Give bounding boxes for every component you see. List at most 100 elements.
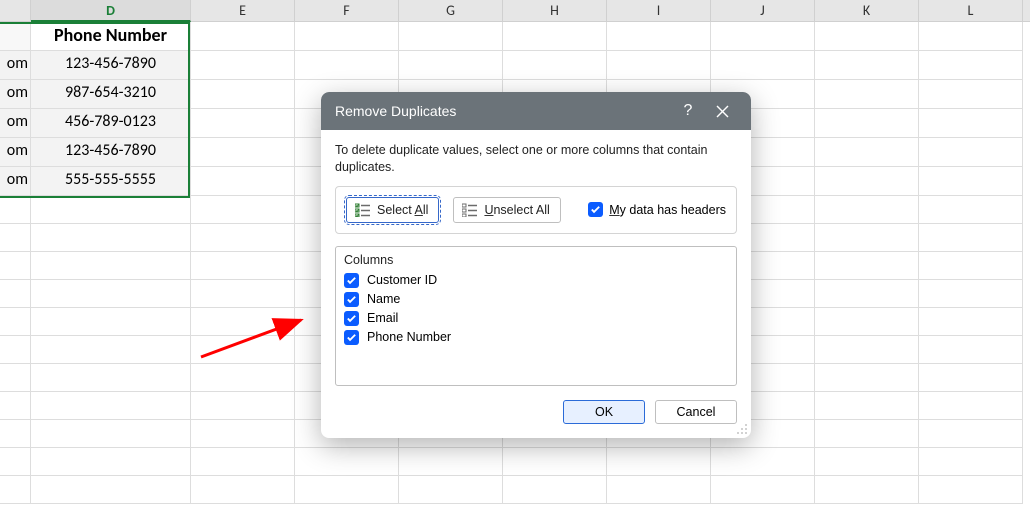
cell[interactable] bbox=[191, 364, 295, 392]
cell[interactable] bbox=[815, 392, 919, 420]
cell[interactable] bbox=[815, 252, 919, 280]
column-header-E[interactable]: E bbox=[191, 0, 295, 22]
cell[interactable]: 456-789-0123 bbox=[31, 109, 191, 138]
cell[interactable] bbox=[31, 280, 191, 308]
cell[interactable] bbox=[815, 364, 919, 392]
column-header-J[interactable]: J bbox=[711, 0, 815, 22]
cell[interactable] bbox=[191, 252, 295, 280]
cell[interactable] bbox=[0, 22, 31, 51]
column-item-email[interactable]: Email bbox=[344, 309, 728, 328]
cell[interactable] bbox=[191, 109, 295, 138]
cell[interactable] bbox=[191, 51, 295, 80]
cell[interactable] bbox=[31, 336, 191, 364]
cell[interactable] bbox=[31, 476, 191, 504]
select-all-button[interactable]: Select All bbox=[346, 197, 439, 223]
cell[interactable] bbox=[919, 476, 1023, 504]
cell[interactable] bbox=[191, 336, 295, 364]
cell[interactable] bbox=[815, 22, 919, 51]
cell[interactable] bbox=[815, 109, 919, 138]
cell[interactable] bbox=[191, 167, 295, 196]
cell[interactable] bbox=[191, 448, 295, 476]
unselect-all-button[interactable]: Unselect All bbox=[453, 197, 560, 223]
cell[interactable] bbox=[191, 308, 295, 336]
column-item-name[interactable]: Name bbox=[344, 290, 728, 309]
cell[interactable] bbox=[919, 138, 1023, 167]
column-header-G[interactable]: G bbox=[399, 0, 503, 22]
cell[interactable] bbox=[191, 138, 295, 167]
cell[interactable] bbox=[31, 196, 191, 224]
cell[interactable] bbox=[919, 80, 1023, 109]
cell[interactable]: 987-654-3210 bbox=[31, 80, 191, 109]
cell[interactable] bbox=[815, 167, 919, 196]
cell[interactable] bbox=[191, 392, 295, 420]
cell[interactable] bbox=[711, 448, 815, 476]
cell[interactable] bbox=[815, 308, 919, 336]
column-header-H[interactable]: H bbox=[503, 0, 607, 22]
close-button[interactable] bbox=[705, 94, 739, 128]
cell[interactable] bbox=[711, 22, 815, 51]
cell[interactable] bbox=[191, 196, 295, 224]
cell[interactable] bbox=[815, 196, 919, 224]
cell[interactable] bbox=[919, 392, 1023, 420]
cancel-button[interactable]: Cancel bbox=[655, 400, 737, 424]
cell[interactable] bbox=[0, 308, 31, 336]
cell[interactable] bbox=[0, 196, 31, 224]
cell[interactable]: om bbox=[0, 51, 31, 80]
cell[interactable] bbox=[0, 476, 31, 504]
cell[interactable] bbox=[815, 448, 919, 476]
cell[interactable] bbox=[919, 280, 1023, 308]
column-header-L[interactable]: L bbox=[919, 0, 1023, 22]
cell[interactable] bbox=[919, 420, 1023, 448]
cell[interactable] bbox=[295, 476, 399, 504]
cell[interactable]: 555-555-5555 bbox=[31, 167, 191, 196]
cell[interactable] bbox=[191, 224, 295, 252]
cell[interactable] bbox=[0, 280, 31, 308]
header-cell-phone-number[interactable]: Phone Number bbox=[31, 22, 191, 51]
cell[interactable] bbox=[711, 476, 815, 504]
cell[interactable] bbox=[503, 22, 607, 51]
cell[interactable] bbox=[0, 448, 31, 476]
cell[interactable] bbox=[399, 448, 503, 476]
cell[interactable] bbox=[919, 252, 1023, 280]
cell[interactable] bbox=[919, 22, 1023, 51]
cell[interactable] bbox=[399, 476, 503, 504]
cell[interactable] bbox=[191, 420, 295, 448]
cell[interactable] bbox=[919, 109, 1023, 138]
cell[interactable] bbox=[0, 252, 31, 280]
cell[interactable] bbox=[0, 364, 31, 392]
cell[interactable]: om bbox=[0, 167, 31, 196]
cell[interactable] bbox=[31, 252, 191, 280]
cell[interactable] bbox=[919, 336, 1023, 364]
cell[interactable] bbox=[0, 224, 31, 252]
cell[interactable] bbox=[711, 51, 815, 80]
cell[interactable] bbox=[191, 80, 295, 109]
cell[interactable] bbox=[295, 22, 399, 51]
cell[interactable] bbox=[0, 420, 31, 448]
cell[interactable] bbox=[919, 224, 1023, 252]
cell[interactable] bbox=[295, 448, 399, 476]
cell[interactable] bbox=[0, 336, 31, 364]
cell[interactable] bbox=[919, 364, 1023, 392]
cell[interactable] bbox=[919, 196, 1023, 224]
cell[interactable]: 123-456-7890 bbox=[31, 138, 191, 167]
cell[interactable] bbox=[191, 476, 295, 504]
cell[interactable] bbox=[607, 448, 711, 476]
column-item-phone-number[interactable]: Phone Number bbox=[344, 328, 728, 347]
resize-grip-icon[interactable] bbox=[736, 423, 748, 435]
cell[interactable] bbox=[399, 51, 503, 80]
column-header-D[interactable]: D bbox=[31, 0, 191, 22]
cell[interactable] bbox=[919, 167, 1023, 196]
cell[interactable] bbox=[815, 224, 919, 252]
cell[interactable]: om bbox=[0, 80, 31, 109]
cell[interactable] bbox=[31, 392, 191, 420]
cell[interactable] bbox=[0, 392, 31, 420]
cell[interactable] bbox=[503, 51, 607, 80]
cell[interactable] bbox=[31, 224, 191, 252]
cell[interactable] bbox=[919, 51, 1023, 80]
cell[interactable]: om bbox=[0, 109, 31, 138]
cell[interactable] bbox=[815, 280, 919, 308]
cell[interactable] bbox=[919, 448, 1023, 476]
cell[interactable] bbox=[607, 22, 711, 51]
cell[interactable] bbox=[815, 476, 919, 504]
cell[interactable] bbox=[919, 308, 1023, 336]
